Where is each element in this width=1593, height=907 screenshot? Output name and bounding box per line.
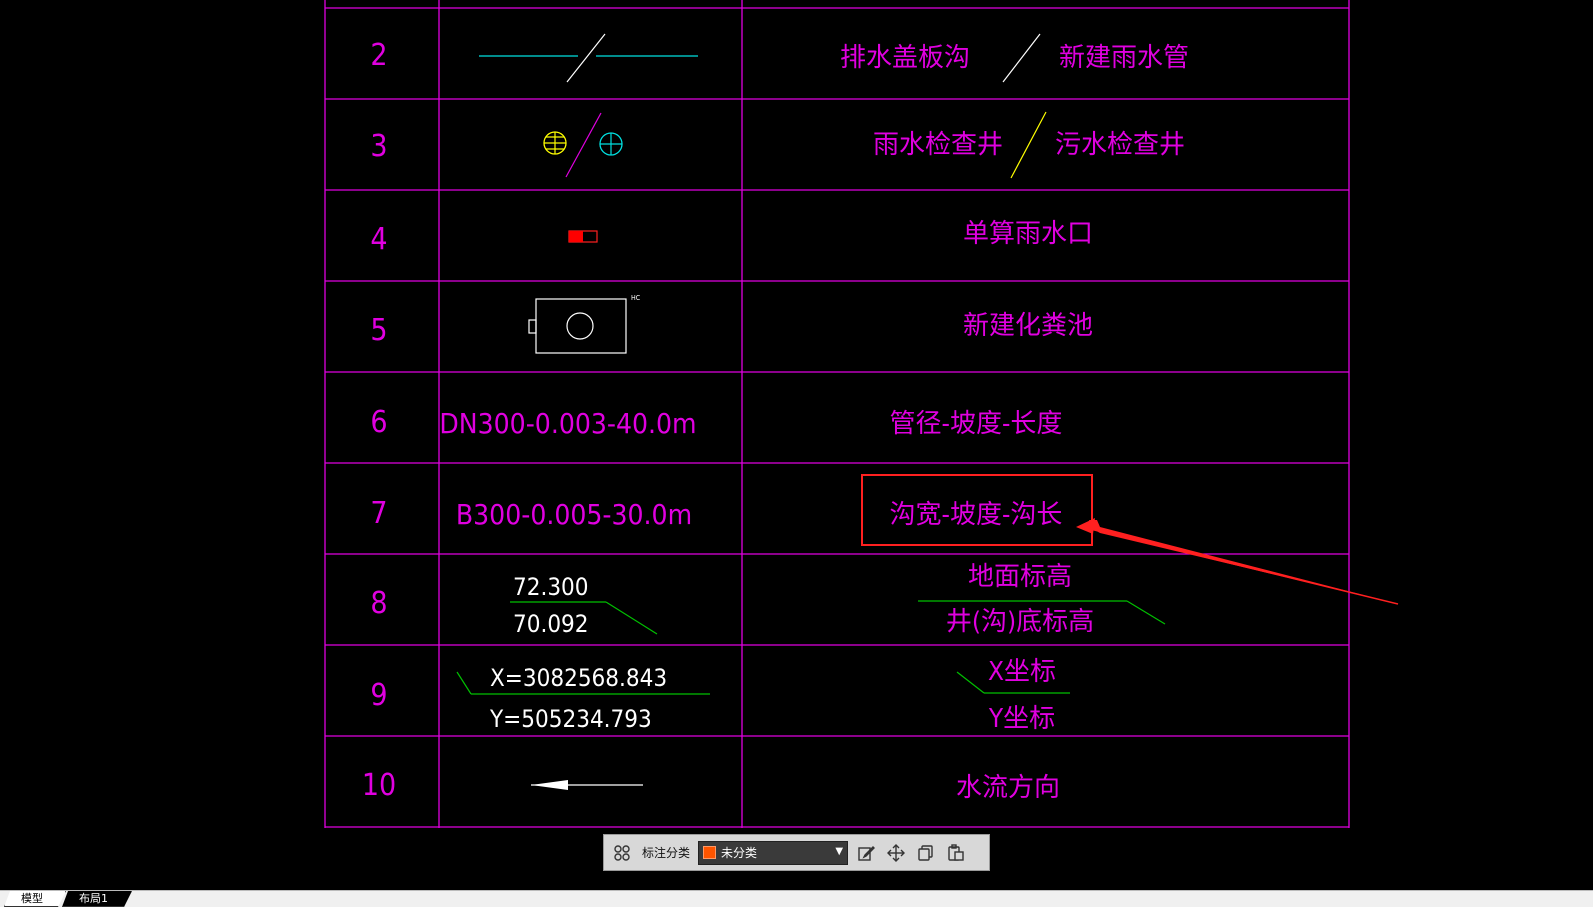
desc-left: 雨水检查井	[873, 130, 1003, 160]
desc-bottom: Y坐标	[988, 704, 1055, 734]
desc-right: 污水检查井	[1055, 130, 1185, 160]
annotation-arrow	[1076, 518, 1399, 605]
pipe-label-sample: DN300-0.003-40.0m	[439, 407, 696, 440]
desc: 新建化粪池	[963, 311, 1093, 341]
legend-table-drawing: 2 3 4 5 6 7 8 9 10 排水盖板沟 新建雨水管 雨水检查井 污水检…	[324, 0, 1399, 828]
move-icon[interactable]	[884, 841, 908, 865]
coord-leader	[956, 671, 985, 694]
bottom-elevation-sample: 70.092	[513, 610, 589, 638]
category-dropdown[interactable]: 未分类 ▼	[698, 840, 849, 865]
desc-left: 排水盖板沟	[840, 43, 970, 73]
copy-icon[interactable]	[914, 841, 938, 865]
edit-icon[interactable]	[854, 841, 878, 865]
y-coordinate-sample: Y=505234.793	[489, 705, 652, 733]
desc-right: 新建雨水管	[1059, 43, 1189, 73]
cad-drawing-canvas[interactable]: 2 3 4 5 6 7 8 9 10 排水盖板沟 新建雨水管 雨水检查井 污水检…	[0, 0, 1593, 890]
row-number: 4	[370, 222, 387, 257]
desc-top: X坐标	[988, 657, 1056, 687]
flow-direction-arrow-icon	[531, 780, 643, 790]
paste-icon[interactable]	[944, 841, 968, 865]
layout-tab-bar: 模型 布局1	[0, 890, 1593, 907]
desc-bottom: 井(沟)底标高	[946, 607, 1094, 637]
row-number: 5	[370, 313, 387, 348]
coord-leader	[456, 671, 472, 695]
ditch-label-sample: B300-0.005-30.0m	[456, 498, 692, 531]
septic-tank-tag: HC	[631, 294, 641, 302]
desc: 沟宽-坡度-沟长	[890, 500, 1063, 530]
row-number: 6	[370, 405, 387, 440]
annotation-category-toolbar: 标注分类 未分类 ▼	[603, 834, 990, 871]
desc: 水流方向	[956, 773, 1060, 803]
elevation-leader	[605, 601, 658, 635]
row-number: 3	[370, 129, 387, 164]
row-number: 9	[370, 678, 387, 713]
slash-divider	[1010, 111, 1047, 179]
row-number: 10	[362, 768, 396, 803]
tab-layout1[interactable]: 布局1	[62, 891, 132, 907]
inspection-well-symbols	[543, 112, 623, 178]
desc-top: 地面标高	[968, 562, 1072, 592]
ditch-pipe-symbol	[479, 33, 698, 83]
septic-tank-icon	[528, 298, 627, 354]
desc: 单算雨水口	[963, 219, 1093, 249]
desc: 管径-坡度-长度	[890, 409, 1063, 439]
tab-model[interactable]: 模型	[4, 891, 66, 907]
rain-inlet-icon	[568, 230, 598, 243]
category-selected-value: 未分类	[721, 846, 758, 860]
ground-elevation-sample: 72.300	[513, 573, 589, 601]
elevation-leader	[1126, 600, 1166, 625]
slash-divider	[1002, 33, 1041, 83]
row-numbers: 2 3 4 5 6 7 8 9 10	[362, 38, 396, 803]
row-number: 2	[370, 38, 387, 73]
grid-apps-icon[interactable]	[610, 841, 634, 865]
category-label: 标注分类	[642, 846, 691, 860]
x-coordinate-sample: X=3082568.843	[490, 664, 667, 692]
row-number: 8	[370, 586, 387, 621]
category-color-swatch	[703, 846, 717, 859]
chevron-down-icon: ▼	[835, 845, 844, 857]
row-number: 7	[370, 496, 387, 531]
